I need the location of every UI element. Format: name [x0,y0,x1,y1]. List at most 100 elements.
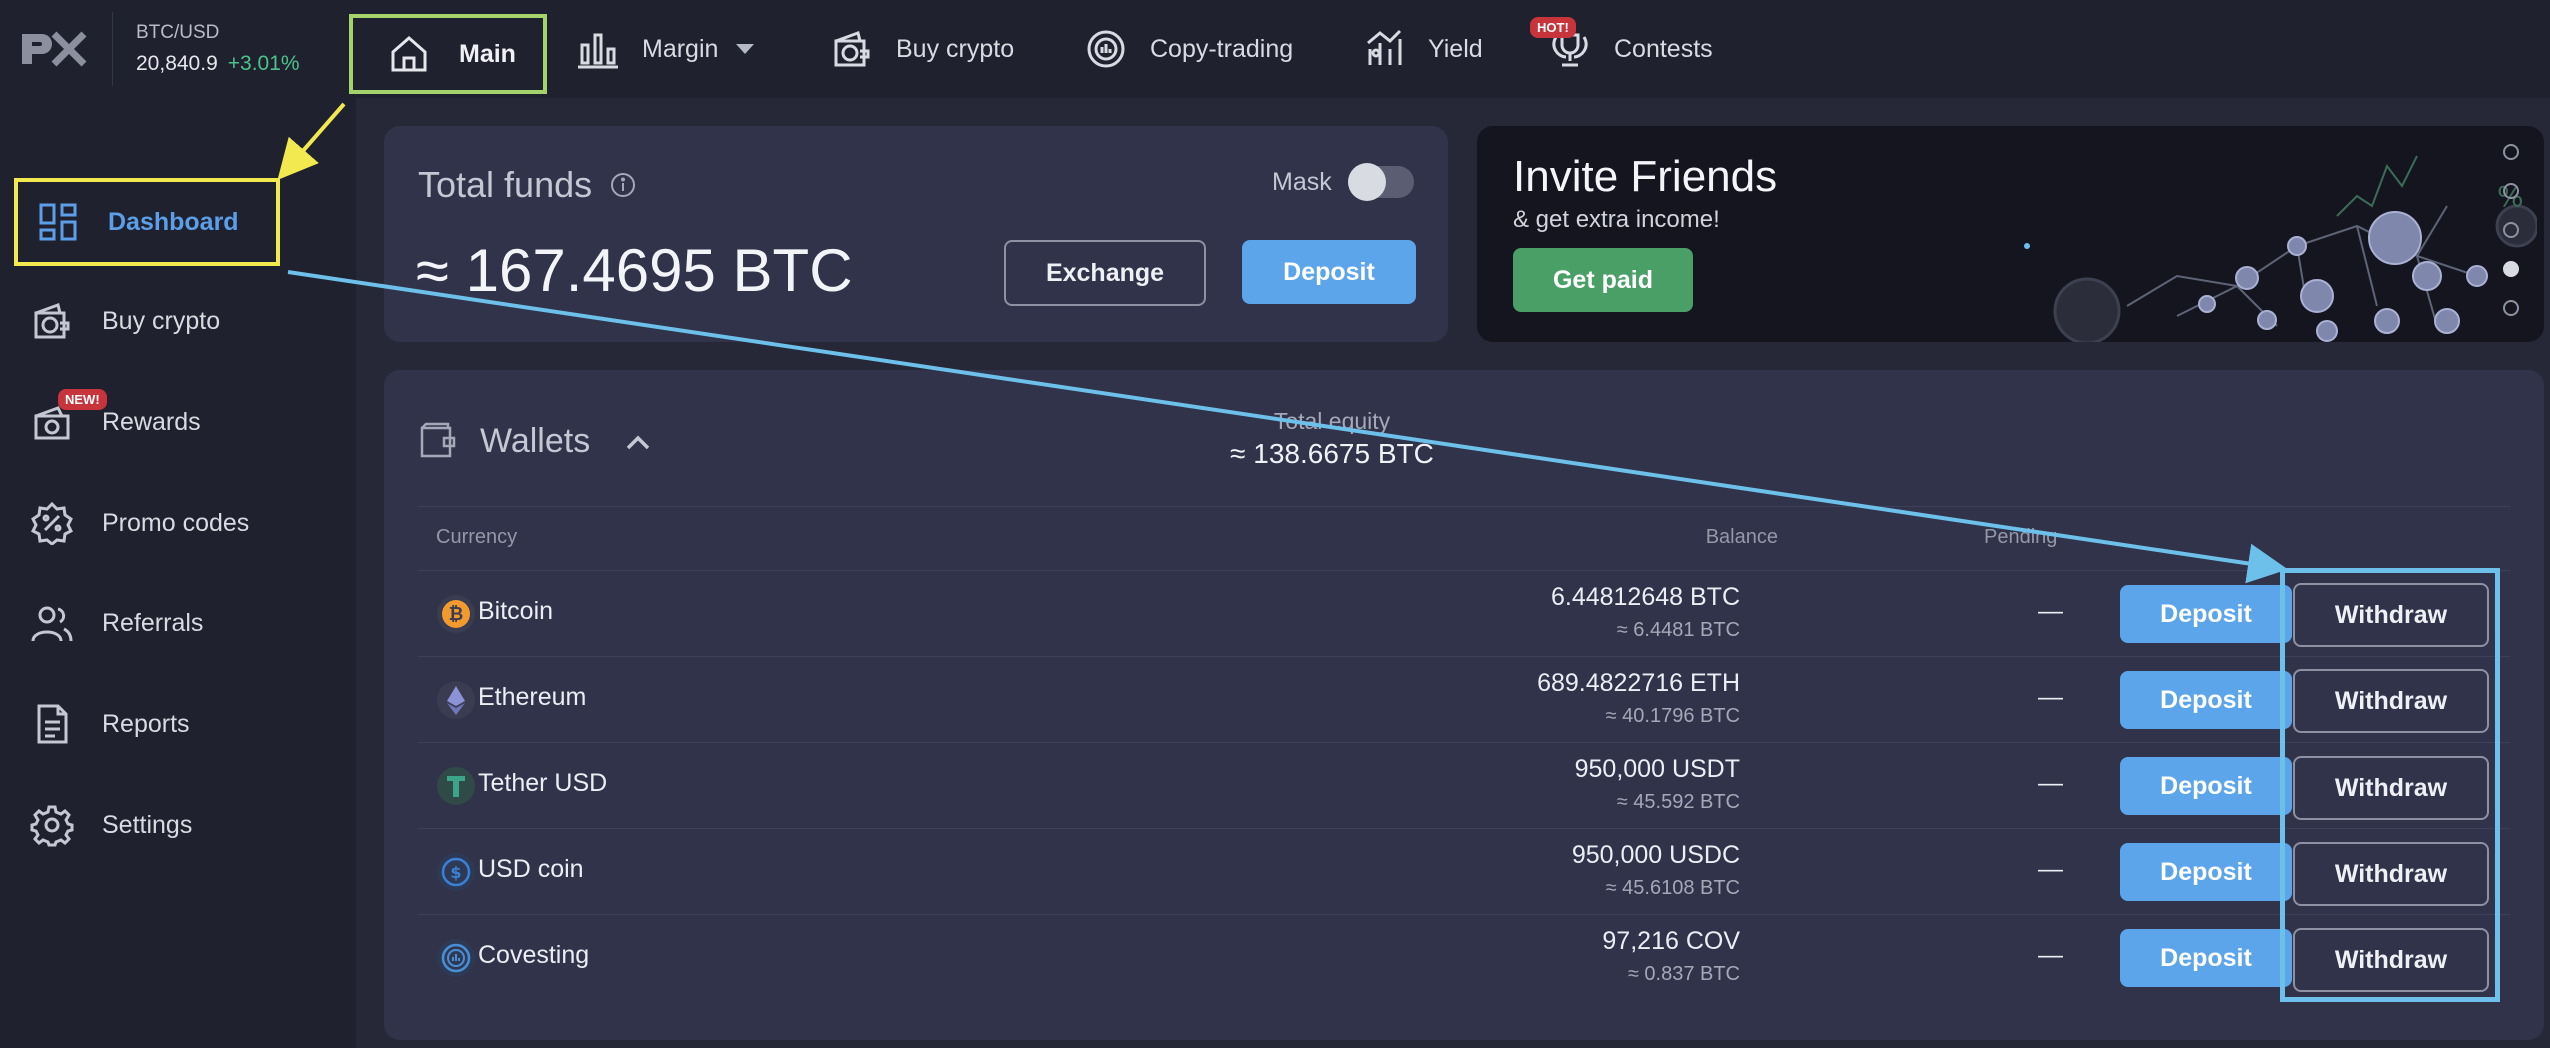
chevron-up-icon[interactable] [622,426,654,458]
currency-name: Bitcoin [478,597,554,625]
wallet-bitcoin-icon [34,303,70,339]
pending-value: — [2038,855,2063,883]
sidebar-item-dashboard[interactable]: Dashboard [14,178,280,266]
yield-icon [1367,29,1402,65]
bar-chart-icon [578,33,618,69]
sidebar-item-buy-crypto[interactable]: Buy crypto [30,291,220,351]
pending-value: — [2038,769,2063,797]
sidebar-item-rewards[interactable]: Rewards [30,392,201,452]
hot-badge: HOT! [1530,17,1576,38]
ticker-price-value: 20,840.9 [136,52,218,75]
deposit-button[interactable]: Deposit [2120,671,2292,729]
svg-text:$: $ [450,863,461,882]
nav-main-label: Main [459,39,516,68]
tether-icon [437,767,475,805]
invite-friends-banner[interactable]: Invite Friends & get extra income! Get p… [1477,126,2544,342]
balance-amount: 97,216 COV [1602,927,1740,955]
get-paid-button[interactable]: Get paid [1513,248,1693,312]
wallet-row-usd-coin: $ USD coin 950,000 USDC ≈ 45.6108 BTC — … [418,828,2510,914]
currency-name: Tether USD [478,769,608,797]
mask-label: Mask [1272,168,1332,196]
info-icon[interactable] [610,172,636,198]
balance-btc: ≈ 45.592 BTC [1616,791,1740,813]
total-equity-label: Total equity [1273,408,1391,434]
currency-name: Covesting [478,941,590,969]
ticker-pair: BTC/USD [136,22,220,43]
wallet-bitcoin-icon [834,31,870,67]
column-header-currency: Currency [436,526,518,548]
wallets-card: Wallets Total equity ≈ 138.6675 BTC Curr… [384,370,2544,1040]
balance-btc: ≈ 6.4481 BTC [1616,619,1740,641]
referral-network-illustration: % [2024,155,2537,342]
balance-amount: 950,000 USDT [1574,755,1740,783]
pending-value: — [2038,597,2063,625]
mask-toggle-knob [1348,163,1386,201]
dashboard-icon [39,203,77,241]
ticker-divider [112,12,113,86]
carousel-dot[interactable] [2503,144,2519,160]
sidebar-item-label: Referrals [102,608,204,637]
top-navigation-bar: BTC/USD 20,840.9 +3.01% Main Margin Buy c… [0,0,2550,98]
sidebar-item-promo-codes[interactable]: Promo codes [30,493,249,553]
exchange-button[interactable]: Exchange [1004,240,1206,306]
balance-amount: 950,000 USDC [1571,841,1740,869]
nav-main[interactable]: Main [349,14,547,94]
deposit-button[interactable]: Deposit [2120,757,2292,815]
wallets-divider [418,506,2510,507]
usdc-icon: $ [437,853,475,891]
column-header-balance: Balance [1705,526,1778,548]
balance-btc: ≈ 40.1796 BTC [1605,705,1740,727]
svg-text:₿: ₿ [449,604,464,625]
nav-margin-label: Margin [642,34,719,63]
nav-copy-trading[interactable]: Copy-trading [1084,0,1293,98]
wallet-icon [420,422,456,458]
deposit-button[interactable]: Deposit [2120,843,2292,901]
home-icon [391,36,427,72]
px-logo-icon[interactable] [18,26,88,72]
wallet-row-ethereum: Ethereum 689.4822716 ETH ≈ 40.1796 BTC —… [418,656,2510,742]
column-header-pending: Pending [1984,526,2058,548]
nav-yield[interactable]: Yield [1362,0,1483,98]
pending-value: — [2038,683,2063,711]
balance-amount: 689.4822716 ETH [1537,669,1740,697]
carousel-dot[interactable] [2503,300,2519,316]
total-equity-value: ≈ 138.6675 BTC [1230,438,1434,469]
currency-name: USD coin [478,855,584,883]
deposit-button[interactable]: Deposit [2120,929,2292,987]
carousel-dot[interactable] [2503,222,2519,238]
balance-btc: ≈ 45.6108 BTC [1605,877,1740,899]
deposit-button[interactable]: Deposit [1242,240,1416,304]
deposit-button[interactable]: Deposit [2120,585,2292,643]
total-funds-card: Total funds ≈ 167.4695 BTC Mask Exchange… [384,126,1448,342]
covesting-icon [437,939,475,977]
balance-btc: ≈ 0.837 BTC [1627,963,1740,985]
document-icon [37,704,68,744]
chevron-down-icon [736,44,755,54]
sidebar-item-referrals[interactable]: Referrals [30,593,203,653]
sidebar-item-label: Settings [102,810,193,839]
wallets-title: Wallets [480,422,591,460]
carousel-dot[interactable] [2503,183,2519,199]
nav-margin[interactable]: Margin [576,0,755,98]
sidebar-item-settings[interactable]: Settings [30,795,192,855]
bitcoin-icon: ₿ [437,595,475,633]
nav-contests-label: Contests [1614,34,1713,63]
sidebar-item-reports[interactable]: Reports [30,694,190,754]
btc-ticker[interactable]: BTC/USD 20,840.9 +3.01% [136,22,300,76]
carousel-dot-active[interactable] [2503,261,2519,277]
sidebar-item-label: Rewards [102,407,201,436]
gear-icon [30,805,74,847]
mask-toggle[interactable] [1348,163,1414,201]
wallet-row-covesting: Covesting 97,216 COV ≈ 0.837 BTC — Depos… [418,914,2510,1000]
sidebar: Dashboard Buy crypto NEW! Rewards Promo … [0,98,356,1048]
wallet-row-bitcoin: ₿ Bitcoin 6.44812648 BTC ≈ 6.4481 BTC — … [418,570,2510,656]
nav-buy-crypto[interactable]: Buy crypto [830,0,1014,98]
sidebar-item-label: Buy crypto [102,306,221,335]
nav-contests[interactable]: Contests [1548,0,1713,98]
sidebar-item-label: Reports [102,709,190,738]
balance-amount: 6.44812648 BTC [1550,583,1740,611]
new-badge: NEW! [58,389,107,410]
total-funds-title: Total funds [418,164,593,205]
nav-buy-crypto-label: Buy crypto [896,34,1015,63]
total-funds-amount: ≈ 167.4695 BTC [416,237,853,304]
